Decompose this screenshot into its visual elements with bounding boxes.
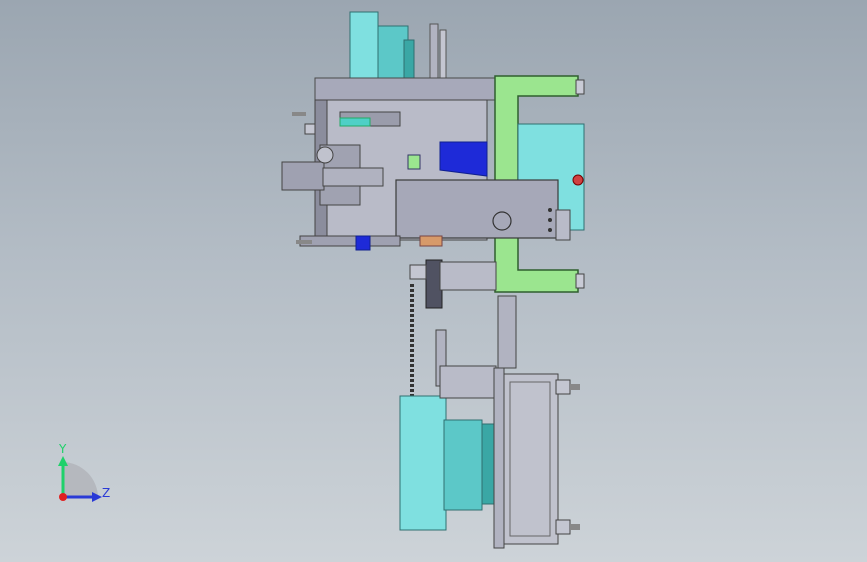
motor-housing[interactable] — [395, 174, 584, 241]
cad-model[interactable] — [0, 0, 867, 562]
bottom-roller[interactable] — [399, 365, 497, 531]
lower-bracket[interactable] — [299, 235, 497, 309]
view-triad — [58, 456, 102, 502]
blue-block — [439, 141, 488, 177]
graphics-viewport[interactable]: Y Z — [0, 0, 867, 562]
triad-z-label: Z — [102, 486, 111, 500]
bottom-frame[interactable] — [493, 367, 580, 549]
triad-y-label: Y — [59, 442, 67, 456]
green-marker — [407, 154, 421, 170]
